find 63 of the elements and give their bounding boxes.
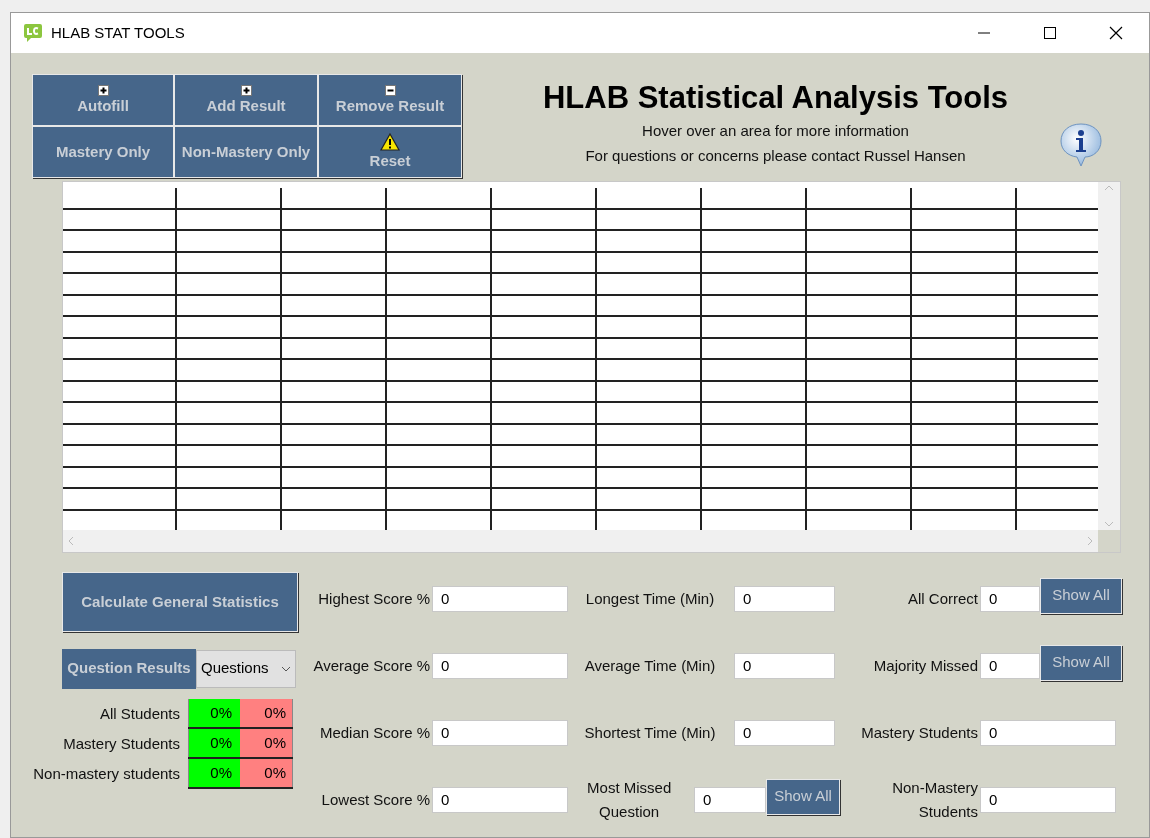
show-all-button[interactable]: Show All: [1040, 577, 1122, 614]
value-field[interactable]: 0: [432, 786, 568, 813]
group-label: Non-mastery students: [32, 763, 181, 784]
value-field[interactable]: 0: [432, 652, 568, 679]
show-all-button[interactable]: Show All: [766, 778, 840, 815]
plus-icon: [240, 84, 252, 96]
scroll-down-icon: [1104, 520, 1114, 528]
app-logo-icon: [23, 23, 43, 43]
toolbar-button[interactable]: Add Result: [174, 74, 318, 126]
info-text: Hover over an area for more information: [642, 121, 909, 141]
scrollbar-corner: [1098, 530, 1120, 552]
incorrect-percent: 0%: [240, 699, 293, 727]
stat-label: Shortest Time (Min): [583, 722, 717, 743]
toolbar-button[interactable]: Remove Result: [318, 74, 462, 126]
group-label: Mastery Students: [62, 733, 181, 754]
stat-label: Non-Mastery Students: [891, 777, 979, 822]
value-field[interactable]: 0: [980, 652, 1040, 679]
group-label: All Students: [98, 703, 181, 724]
stat-label: Average Time (Min): [583, 655, 717, 676]
warning-icon: [380, 133, 400, 151]
info-text: For questions or concerns please contact Russel Hansen: [585, 146, 966, 166]
stat-label: Most Missed Question: [586, 777, 673, 822]
value-field[interactable]: 0: [432, 585, 568, 612]
show-all-button[interactable]: Show All: [1040, 644, 1122, 681]
value-field[interactable]: 0: [734, 652, 835, 679]
stat-label: Lowest Score %: [320, 789, 431, 810]
app-heading: HLAB Statistical Analysis Tools: [542, 79, 1009, 117]
questions-dropdown[interactable]: Questions: [196, 649, 296, 688]
maximize-icon: [1044, 27, 1056, 39]
correct-percent: 0%: [188, 759, 240, 787]
value-field[interactable]: 0: [734, 585, 835, 612]
stat-label: Majority Missed: [872, 655, 979, 676]
question-results-button[interactable]: Question Results: [62, 648, 196, 689]
stat-label: Median Score %: [318, 722, 431, 743]
stat-label: All Correct: [907, 588, 979, 609]
value-field[interactable]: 0: [734, 719, 835, 746]
scroll-up-icon: [1104, 184, 1114, 192]
plus-icon: [97, 84, 109, 96]
stat-label: Mastery Students: [860, 722, 979, 743]
chevron-down-icon: [281, 665, 291, 672]
stat-label: Longest Time (Min): [584, 588, 716, 609]
incorrect-percent: 0%: [240, 759, 293, 787]
minus-icon: [384, 84, 396, 96]
stat-label: Highest Score %: [317, 588, 431, 609]
scroll-left-icon: [67, 536, 75, 546]
info-icon: [1059, 122, 1103, 168]
close-icon: [1109, 26, 1123, 40]
value-field[interactable]: 0: [980, 786, 1116, 813]
toolbar-button[interactable]: Autofill: [32, 74, 174, 126]
calculate-button[interactable]: Calculate General Statistics: [62, 572, 298, 632]
value-field[interactable]: 0: [432, 719, 568, 746]
value-field[interactable]: 0: [980, 585, 1040, 612]
value-field[interactable]: 0: [980, 719, 1116, 746]
value-field[interactable]: 0: [694, 786, 767, 813]
toolbar-button[interactable]: Non-Mastery Only: [174, 126, 318, 178]
incorrect-percent: 0%: [240, 729, 293, 757]
stat-label: Average Score %: [312, 655, 431, 676]
correct-percent: 0%: [188, 729, 240, 757]
toolbar-button[interactable]: Mastery Only: [32, 126, 174, 178]
scroll-right-icon: [1086, 536, 1094, 546]
toolbar-button[interactable]: Reset: [318, 126, 462, 178]
window-title: HLAB STAT TOOLS: [51, 22, 185, 43]
correct-percent: 0%: [188, 699, 240, 727]
